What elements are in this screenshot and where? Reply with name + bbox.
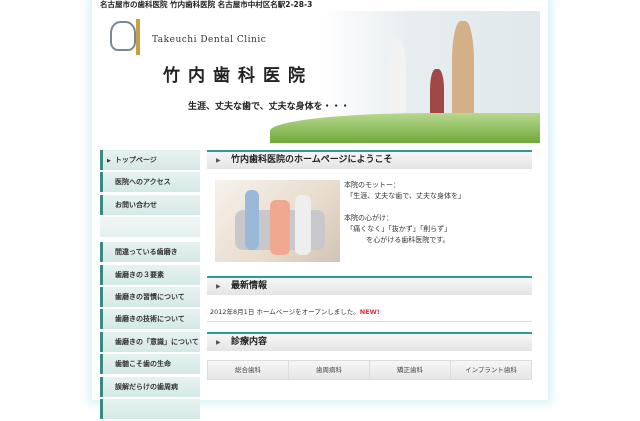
nav-habit[interactable]: 歯磨きの習慣について <box>100 286 200 307</box>
service-general[interactable]: 総合歯科 <box>208 361 289 379</box>
services-heading: ▶ 診療内容 <box>207 332 532 351</box>
heading-text: 竹内歯科医院のホームページにようこそ <box>231 155 393 165</box>
news-heading: ▶ 最新情報 <box>207 276 532 295</box>
news-date: 2012年8月1日 <box>210 308 255 316</box>
family-photo <box>215 180 340 262</box>
family-photo-father <box>388 39 406 119</box>
services-table: 総合歯科 歯周病科 矯正歯科 インプラント歯科 <box>207 360 532 380</box>
arrow-icon: ▶ <box>216 339 221 346</box>
arrow-icon: ▶ <box>107 158 111 164</box>
family-photo-mother <box>452 21 474 121</box>
arrow-icon: ▶ <box>216 283 221 290</box>
nav-three-elements[interactable]: 歯磨きの３要素 <box>100 264 200 285</box>
service-orthodontic[interactable]: 矯正歯科 <box>370 361 451 379</box>
nav-label: トップページ <box>114 156 157 164</box>
family-photo-child <box>430 69 444 119</box>
nav-pulp[interactable]: 歯髄こそ歯の生命 <box>100 354 200 375</box>
tooth-mascot-icon <box>110 21 136 51</box>
clinic-name-en: Takeuchi Dental Clinic <box>152 35 267 45</box>
nav-contact[interactable]: お問い合わせ <box>100 194 200 215</box>
header-banner: Takeuchi Dental Clinic 竹内歯科医院 生涯、丈夫な歯で、丈… <box>100 11 540 143</box>
nav-more[interactable] <box>100 398 200 419</box>
clinic-motto: 本院のモットー： 「生涯、丈夫な歯で、丈夫な身体を」 本院の心がけ： 「痛くなく… <box>344 181 465 244</box>
nav-awareness[interactable]: 歯磨きの「意識」について <box>100 331 200 352</box>
heading-text: 診療内容 <box>231 337 268 347</box>
news-text: ホームページをオープンしました。 <box>256 308 360 316</box>
arrow-icon: ▶ <box>216 157 221 164</box>
new-badge: NEW! <box>359 308 380 316</box>
service-periodontal[interactable]: 歯周病科 <box>289 361 370 379</box>
nav-technique[interactable]: 歯磨きの技術について <box>100 309 200 330</box>
nav-periodontal[interactable]: 誤解だらけの歯周病 <box>100 376 200 397</box>
toothbrush-icon <box>136 19 140 55</box>
heading-text: 最新情報 <box>231 281 268 291</box>
grass-field <box>270 113 540 143</box>
nav-top-page[interactable]: ▶ トップページ <box>100 150 200 170</box>
slogan: 生涯、丈夫な歯で、丈夫な身体を・・・ <box>188 102 350 112</box>
welcome-heading: ▶ 竹内歯科医院のホームページにようこそ <box>207 150 532 169</box>
clinic-name-jp: 竹内歯科医院 <box>163 66 313 86</box>
nav-access[interactable]: 医院へのアクセス <box>100 172 200 193</box>
site-description: 名古屋市の歯科医院 竹内歯科医院 名古屋市中村区名駅2-28-3 <box>100 0 313 9</box>
sidebar-nav: ▶ トップページ 医院へのアクセス お問い合わせ 間違っている歯磨き 歯磨きの３要… <box>100 150 200 421</box>
news-item: 2012年8月1日 ホームページをオープンしました。NEW! <box>207 306 532 322</box>
nav-wrong-brushing[interactable]: 間違っている歯磨き <box>100 242 200 263</box>
nav-spacer <box>100 217 200 238</box>
main-content: ▶ 竹内歯科医院のホームページにようこそ 本院のモットー： 「生涯、丈夫な歯で、丈… <box>207 150 532 380</box>
service-implant[interactable]: インプラント歯科 <box>451 361 531 379</box>
